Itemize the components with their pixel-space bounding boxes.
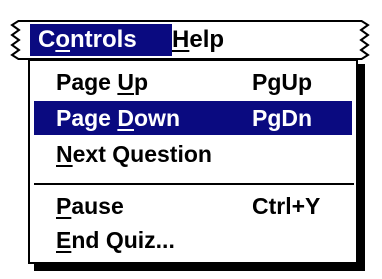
menu-item-pause[interactable]: Pause Ctrl+Y <box>34 189 352 223</box>
label-accel: N <box>56 141 73 167</box>
menu-item-label: Next Question <box>56 137 212 171</box>
label-accel: D <box>117 105 134 131</box>
dropdown-shadow-right <box>358 64 365 270</box>
controls-dropdown-menu: Page Up PgUp Page Down PgDn Next Questio… <box>28 59 358 264</box>
label-accel: P <box>56 193 72 219</box>
menu-bar-top-border <box>18 20 362 22</box>
label-post: nd Quiz... <box>71 227 175 253</box>
menu-separator <box>34 183 354 185</box>
menu-item-page-up[interactable]: Page Up PgUp <box>34 65 352 99</box>
menu-item-shortcut: Ctrl+Y <box>252 193 321 219</box>
menu-item-end-quiz[interactable]: End Quiz... <box>34 223 352 257</box>
menu-bar: Controls Help <box>8 20 372 60</box>
menu-item-next-question[interactable]: Next Question <box>34 137 352 171</box>
menu-controls-post: ntrols <box>70 26 137 53</box>
label-post: ext Question <box>72 141 212 167</box>
menu-help[interactable]: Help <box>164 24 270 56</box>
label-post: own <box>134 105 180 131</box>
menu-item-shortcut: PgDn <box>252 105 313 131</box>
menu-item-label: Pause <box>56 189 124 223</box>
label-pre: Page <box>56 105 118 131</box>
menu-controls-pre: C <box>38 26 56 53</box>
label-accel: U <box>117 69 134 95</box>
menu-item-page-down[interactable]: Page Down PgDn <box>34 101 352 135</box>
menu-item-shortcut: PgUp <box>252 69 313 95</box>
torn-edge-left <box>10 20 21 60</box>
menu-item-label: End Quiz... <box>56 223 175 257</box>
menu-controls[interactable]: Controls <box>30 24 172 56</box>
menu-help-post: elp <box>189 26 225 53</box>
label-accel: E <box>56 227 72 253</box>
dropdown-shadow-bottom <box>34 264 365 271</box>
label-post: p <box>134 69 149 95</box>
torn-edge-right <box>359 20 370 60</box>
label-pre: Page <box>56 69 118 95</box>
menu-help-accel: H <box>172 26 190 53</box>
menu-item-label: Page Up <box>56 65 148 99</box>
menu-item-label: Page Down <box>56 101 180 135</box>
label-post: ause <box>71 193 124 219</box>
menu-controls-accel: o <box>55 26 71 53</box>
